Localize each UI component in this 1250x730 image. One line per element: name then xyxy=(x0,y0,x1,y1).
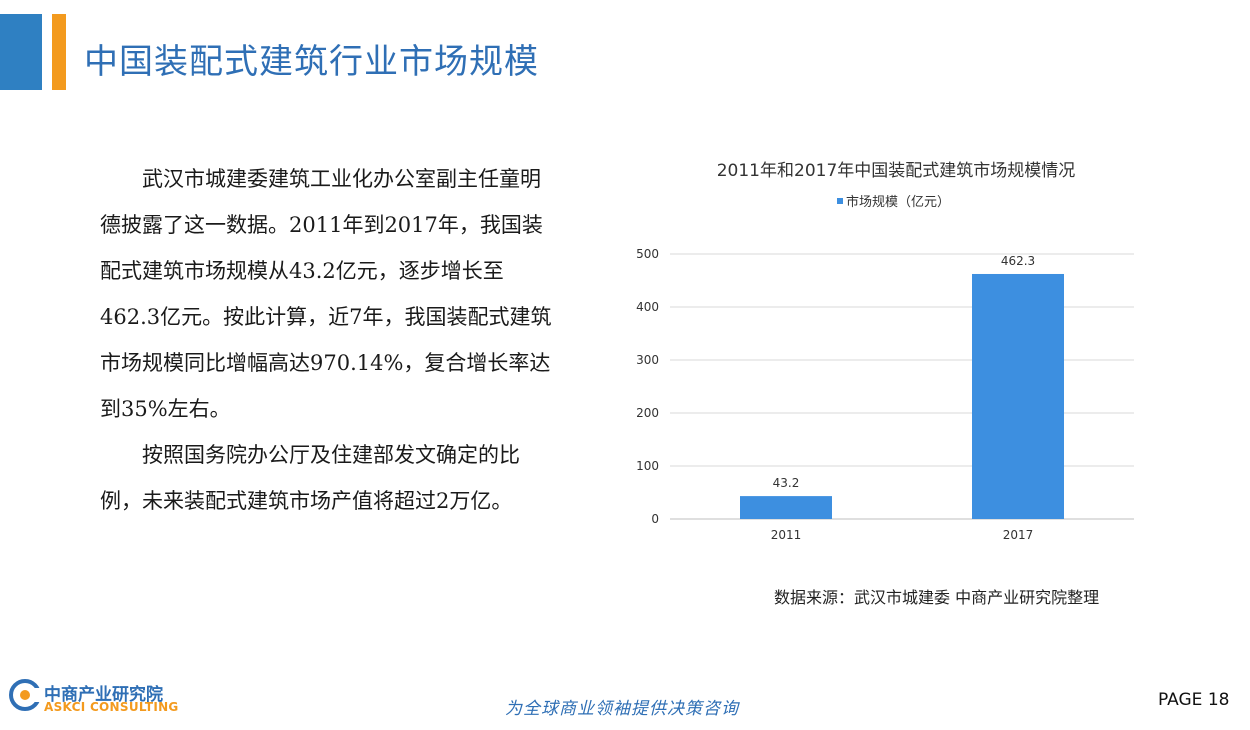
page-number-value: 18 xyxy=(1207,690,1230,710)
legend-swatch xyxy=(837,198,843,204)
bar-2011 xyxy=(740,496,832,519)
title-accent-orange xyxy=(52,14,66,90)
footer-slogan: 为全球商业领袖提供决策咨询 xyxy=(505,699,739,719)
y-tick-label: 500 xyxy=(636,247,659,261)
data-label-2017: 462.3 xyxy=(1001,254,1035,268)
x-tick-label: 2011 xyxy=(771,528,802,542)
body-paragraph-2: 按照国务院办公厅及住建部发文确定的比例，未来装配式建筑市场产值将超过2万亿。 xyxy=(100,443,520,513)
legend-label: 市场规模（亿元） xyxy=(846,194,950,210)
y-tick-label: 100 xyxy=(636,459,659,473)
data-label-2011: 43.2 xyxy=(773,476,800,490)
chart-title: 2011年和2017年中国装配式建筑市场规模情况 xyxy=(717,161,1076,181)
chart: 2011年和2017年中国装配式建筑市场规模情况 市场规模（亿元） 0 100 20… xyxy=(600,150,1220,550)
y-tick-label: 400 xyxy=(636,300,659,314)
body-text: 武汉市城建委建筑工业化办公室副主任童明德披露了这一数据。2011年到2017年，… xyxy=(100,156,560,524)
askci-logo-icon xyxy=(9,679,42,711)
y-tick-label: 300 xyxy=(636,353,659,367)
body-paragraph-1: 武汉市城建委建筑工业化办公室副主任童明德披露了这一数据。2011年到2017年，… xyxy=(100,167,552,421)
chart-svg: 2011年和2017年中国装配式建筑市场规模情况 市场规模（亿元） 0 100 20… xyxy=(636,161,1134,542)
bar-2017 xyxy=(972,273,1064,519)
page-number: PAGE 18 xyxy=(1158,690,1229,710)
y-tick-label: 0 xyxy=(651,512,659,526)
y-tick-label: 200 xyxy=(636,406,659,420)
bars: 43.2 2011 462.3 2017 xyxy=(740,254,1064,542)
page-label: PAGE xyxy=(1158,690,1203,710)
page-title: 中国装配式建筑行业市场规模 xyxy=(84,42,539,82)
footer-logo-subtext: ASKCI CONSULTING xyxy=(44,700,179,714)
x-tick-label: 2017 xyxy=(1003,528,1034,542)
data-source: 数据来源：武汉市城建委 中商产业研究院整理 xyxy=(774,588,1100,607)
title-accent-blue xyxy=(0,14,42,90)
